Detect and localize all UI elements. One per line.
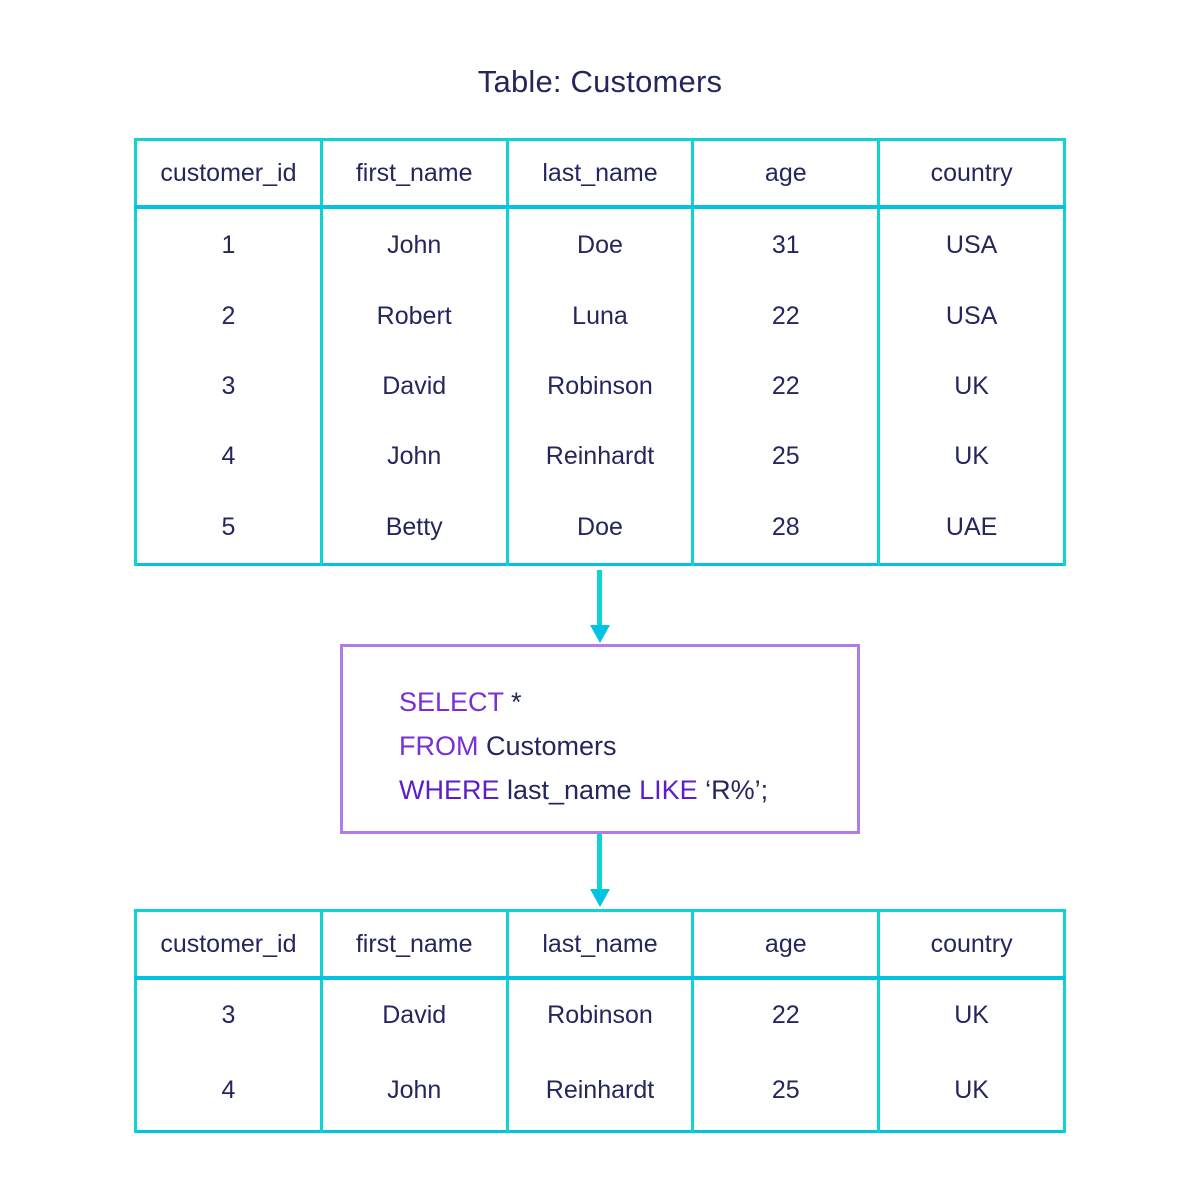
table-cell: Robinson — [505, 978, 695, 1050]
column-header: last_name — [505, 139, 695, 209]
table-row: 4 John Reinhardt 25 UK — [134, 421, 1066, 491]
source-table: customer_id first_name last_name age cou… — [134, 138, 1066, 566]
table-cell: John — [319, 1050, 509, 1132]
table-row: 3 David Robinson 22 UK — [134, 978, 1066, 1050]
table-cell: 22 — [691, 978, 881, 1050]
table-cell: 5 — [134, 491, 323, 565]
column-header: age — [691, 139, 881, 209]
table-cell: 31 — [691, 207, 881, 281]
result-table: customer_id first_name last_name age cou… — [134, 909, 1066, 1133]
column-header: customer_id — [134, 139, 323, 209]
table-cell: Robert — [319, 281, 509, 351]
table-cell: Doe — [505, 207, 695, 281]
table-cell: 25 — [691, 1050, 881, 1132]
column-header: last_name — [505, 910, 695, 980]
column-header: age — [691, 910, 881, 980]
sql-keyword: LIKE — [639, 775, 698, 805]
column-header: customer_id — [134, 910, 323, 980]
table-cell: 22 — [691, 281, 881, 351]
arrow-shaft — [597, 570, 602, 628]
table-cell: USA — [877, 207, 1066, 281]
table-cell: 25 — [691, 421, 881, 491]
table-header-row: customer_id first_name last_name age cou… — [134, 139, 1066, 209]
column-header: first_name — [319, 139, 509, 209]
table-cell: 3 — [134, 351, 323, 421]
table-cell: 2 — [134, 281, 323, 351]
table-header-row: customer_id first_name last_name age cou… — [134, 910, 1066, 980]
table-cell: Luna — [505, 281, 695, 351]
diagram-title: Table: Customers — [477, 64, 723, 99]
table-cell: Reinhardt — [505, 1050, 695, 1132]
sql-text: last_name — [499, 775, 640, 805]
column-header: first_name — [319, 910, 509, 980]
table-cell: David — [319, 978, 509, 1050]
table-cell: David — [319, 351, 509, 421]
table-row: 5 Betty Doe 28 UAE — [134, 491, 1066, 565]
column-header: country — [877, 139, 1066, 209]
table-cell: UK — [877, 978, 1066, 1050]
table-cell: Robinson — [505, 351, 695, 421]
table-cell: 22 — [691, 351, 881, 421]
table-cell: 1 — [134, 207, 323, 281]
table-cell: 4 — [134, 1050, 323, 1132]
sql-line-where: WHERE last_name LIKE ‘R%’; — [399, 768, 768, 812]
table-cell: Reinhardt — [505, 421, 695, 491]
column-header: country — [877, 910, 1066, 980]
table-cell: 28 — [691, 491, 881, 565]
table-cell: UAE — [877, 491, 1066, 565]
table-cell: UK — [877, 1050, 1066, 1132]
sql-text: ‘R%’; — [697, 775, 769, 805]
table-row: 4 John Reinhardt 25 UK — [134, 1050, 1066, 1132]
down-arrow-icon — [590, 834, 610, 908]
arrow-shaft — [597, 834, 602, 892]
table-cell: UK — [877, 351, 1066, 421]
arrow-head — [590, 625, 610, 643]
table-cell: Betty — [319, 491, 509, 565]
table-row: 2 Robert Luna 22 USA — [134, 281, 1066, 351]
table-row: 3 David Robinson 22 UK — [134, 351, 1066, 421]
table-cell: UK — [877, 421, 1066, 491]
arrow-head — [590, 889, 610, 907]
table-cell: USA — [877, 281, 1066, 351]
sql-keyword: SELECT — [399, 687, 504, 717]
table-row: 1 John Doe 31 USA — [134, 207, 1066, 281]
table-cell: Doe — [505, 491, 695, 565]
sql-line-select: SELECT * — [399, 680, 768, 724]
down-arrow-icon — [590, 570, 610, 644]
sql-keyword: FROM — [399, 731, 479, 761]
table-cell: 4 — [134, 421, 323, 491]
sql-keyword: WHERE — [399, 775, 500, 805]
sql-line-from: FROM Customers — [399, 724, 768, 768]
table-cell: John — [319, 207, 509, 281]
sql-query-box: SELECT * FROM Customers WHERE last_name … — [340, 644, 860, 834]
sql-code: SELECT * FROM Customers WHERE last_name … — [399, 680, 768, 812]
table-cell: 3 — [134, 978, 323, 1050]
sql-text: * — [503, 687, 522, 717]
sql-text: Customers — [478, 731, 617, 761]
table-cell: John — [319, 421, 509, 491]
